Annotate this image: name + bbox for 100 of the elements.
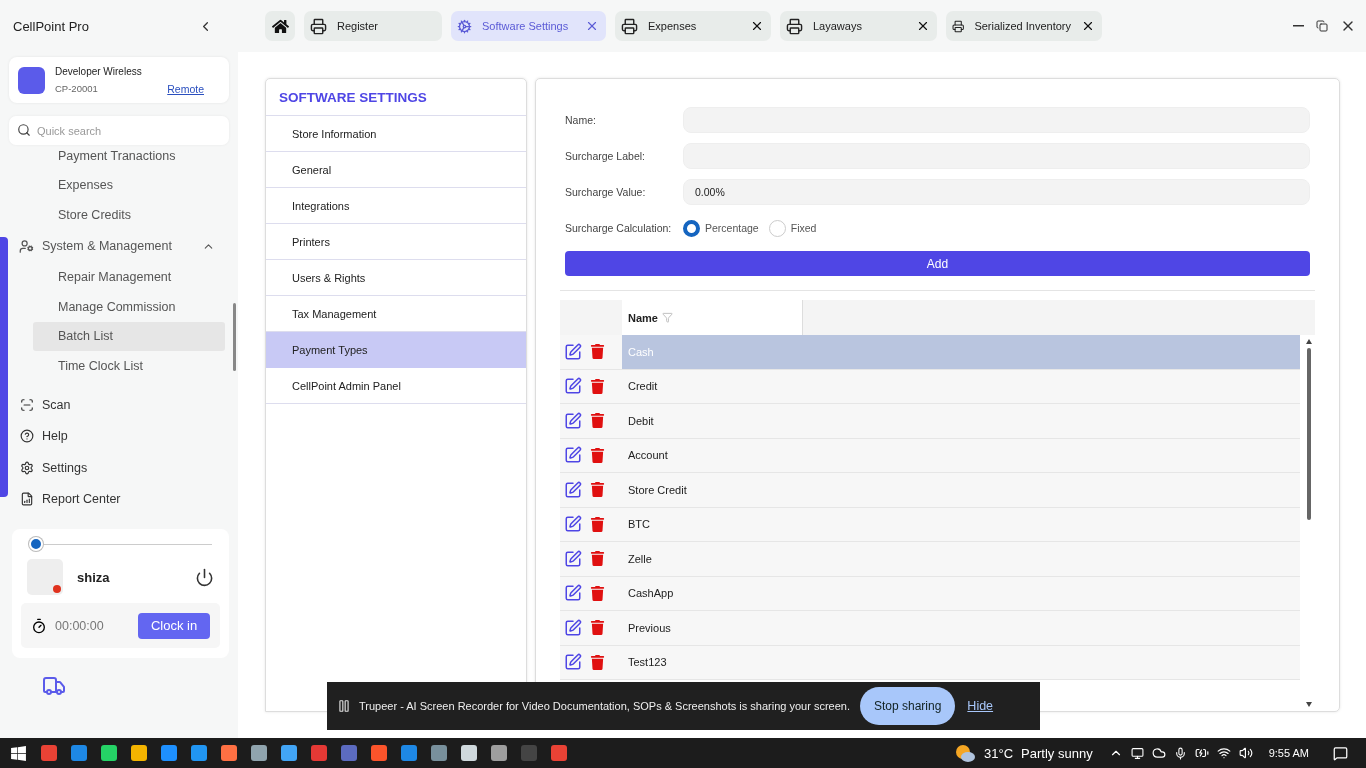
close-tab-button[interactable] — [916, 19, 930, 33]
search-field[interactable]: Quick search — [9, 116, 229, 145]
menu-item[interactable]: Tax Management — [266, 296, 526, 332]
weather-text: Partly sunny — [1021, 745, 1093, 761]
edit-icon[interactable] — [564, 618, 582, 637]
field-label: Surcharge Value: — [565, 186, 647, 198]
truck-icon — [42, 674, 66, 698]
hide-link[interactable]: Hide — [967, 699, 994, 713]
minimize-button[interactable] — [1293, 25, 1304, 27]
radio-button[interactable] — [683, 219, 700, 237]
weather-icon — [954, 743, 977, 763]
close-icon — [1081, 19, 1095, 33]
nav-item[interactable]: Batch List — [33, 321, 225, 351]
column-header[interactable]: Name — [622, 300, 803, 335]
help-icon — [20, 429, 34, 444]
radio-label: Percentage — [705, 222, 759, 234]
edit-icon[interactable] — [564, 377, 582, 396]
edit-icon[interactable] — [564, 446, 582, 465]
shortcut-item[interactable]: Scan — [9, 389, 229, 421]
user-gear-icon — [19, 238, 34, 254]
restore-button[interactable] — [1316, 20, 1328, 32]
menu-item[interactable]: Printers — [266, 224, 526, 260]
field-label: Name: — [565, 114, 597, 126]
menu-item[interactable]: Users & Rights — [266, 260, 526, 296]
nav-item[interactable]: Expenses — [33, 170, 225, 200]
trash-icon[interactable] — [590, 344, 605, 360]
temperature: 31°C — [984, 745, 1014, 761]
clock-time: 9:55 AM — [1268, 747, 1309, 759]
store-code: CP-20001 — [55, 82, 98, 95]
network-icon[interactable] — [1216, 746, 1231, 760]
menu-item[interactable]: Integrations — [266, 188, 526, 224]
volume-icon[interactable] — [1238, 746, 1253, 760]
start-icon[interactable] — [10, 744, 27, 762]
home-button[interactable] — [265, 11, 295, 41]
edit-icon[interactable] — [564, 480, 582, 499]
tab[interactable]: Layaways — [780, 11, 937, 41]
clock-in-button[interactable]: Clock in — [138, 612, 210, 639]
menu-item[interactable]: CellPoint Admin Panel — [266, 368, 526, 404]
edit-icon[interactable] — [564, 584, 582, 603]
edit-icon[interactable] — [564, 342, 582, 361]
edit-icon[interactable] — [564, 411, 582, 430]
nav-item[interactable]: Time Clock List — [33, 351, 225, 377]
slider[interactable] — [29, 537, 212, 551]
app-title: CellPoint Pro — [13, 18, 89, 34]
power-icon — [195, 567, 214, 587]
scrollbar-thumb[interactable] — [233, 303, 236, 371]
shortcut-item[interactable]: Settings — [9, 452, 229, 484]
minimize-icon — [1293, 25, 1304, 27]
store-name: Developer Wireless — [55, 65, 143, 77]
pause-icon[interactable] — [337, 699, 351, 713]
menu-item[interactable]: General — [266, 152, 526, 188]
power-button[interactable] — [195, 567, 214, 587]
close-icon — [916, 19, 930, 33]
nav-group[interactable]: System & Management — [9, 229, 229, 263]
nav-item[interactable]: Store Credits — [33, 200, 225, 230]
edit-icon[interactable] — [564, 515, 582, 534]
trash-icon[interactable] — [590, 413, 605, 429]
monitor-icon[interactable] — [1130, 746, 1144, 760]
shortcut-item[interactable]: Report Center — [9, 483, 229, 515]
tab[interactable]: Expenses — [615, 11, 771, 41]
timer-text: 00:00:00 — [55, 618, 105, 633]
close-tab-button[interactable] — [750, 19, 764, 33]
add-button[interactable]: Add — [565, 251, 1310, 276]
field-label: Surcharge Calculation: — [565, 222, 673, 234]
nav-item[interactable]: Repair Management — [33, 262, 225, 292]
shortcut-item[interactable]: Help — [9, 420, 229, 452]
settings-icon — [20, 460, 34, 475]
tab[interactable]: Register — [304, 11, 442, 41]
trash-icon[interactable] — [590, 620, 605, 636]
trash-icon[interactable] — [590, 654, 605, 670]
restore-icon — [1316, 20, 1328, 32]
menu-item[interactable]: Store Information — [266, 116, 526, 152]
radio-label: Fixed — [790, 222, 817, 234]
trash-icon[interactable] — [590, 516, 605, 532]
microphone-icon[interactable] — [1173, 746, 1187, 760]
printer-icon — [310, 17, 327, 35]
user-name: shiza — [77, 569, 111, 585]
stopwatch-icon — [31, 617, 47, 634]
remote-link[interactable]: Remote — [167, 82, 204, 95]
cloud-icon[interactable] — [1151, 746, 1166, 760]
trash-icon[interactable] — [590, 447, 605, 463]
edit-icon[interactable] — [564, 549, 582, 568]
trash-icon[interactable] — [590, 378, 605, 394]
close-tab-button[interactable] — [1081, 19, 1095, 33]
trash-icon[interactable] — [590, 585, 605, 601]
menu-item[interactable]: Payment Types — [266, 332, 526, 368]
tab[interactable]: Software Settings — [451, 11, 606, 41]
notification-icon[interactable] — [1333, 745, 1348, 761]
battery-icon[interactable] — [1194, 746, 1209, 760]
trash-icon[interactable] — [590, 551, 605, 567]
close-icon — [750, 19, 764, 33]
gear-icon — [457, 18, 472, 34]
tab[interactable]: Serialized Inventory — [946, 11, 1102, 41]
trash-icon[interactable] — [590, 482, 605, 498]
input-field[interactable]: 0.00% — [683, 179, 1310, 205]
stop-sharing-button[interactable]: Stop sharing — [859, 687, 956, 725]
nav-item[interactable]: Manage Commission — [33, 292, 225, 322]
slider-thumb[interactable] — [29, 537, 43, 551]
edit-icon[interactable] — [564, 653, 582, 672]
search-icon — [17, 123, 31, 137]
